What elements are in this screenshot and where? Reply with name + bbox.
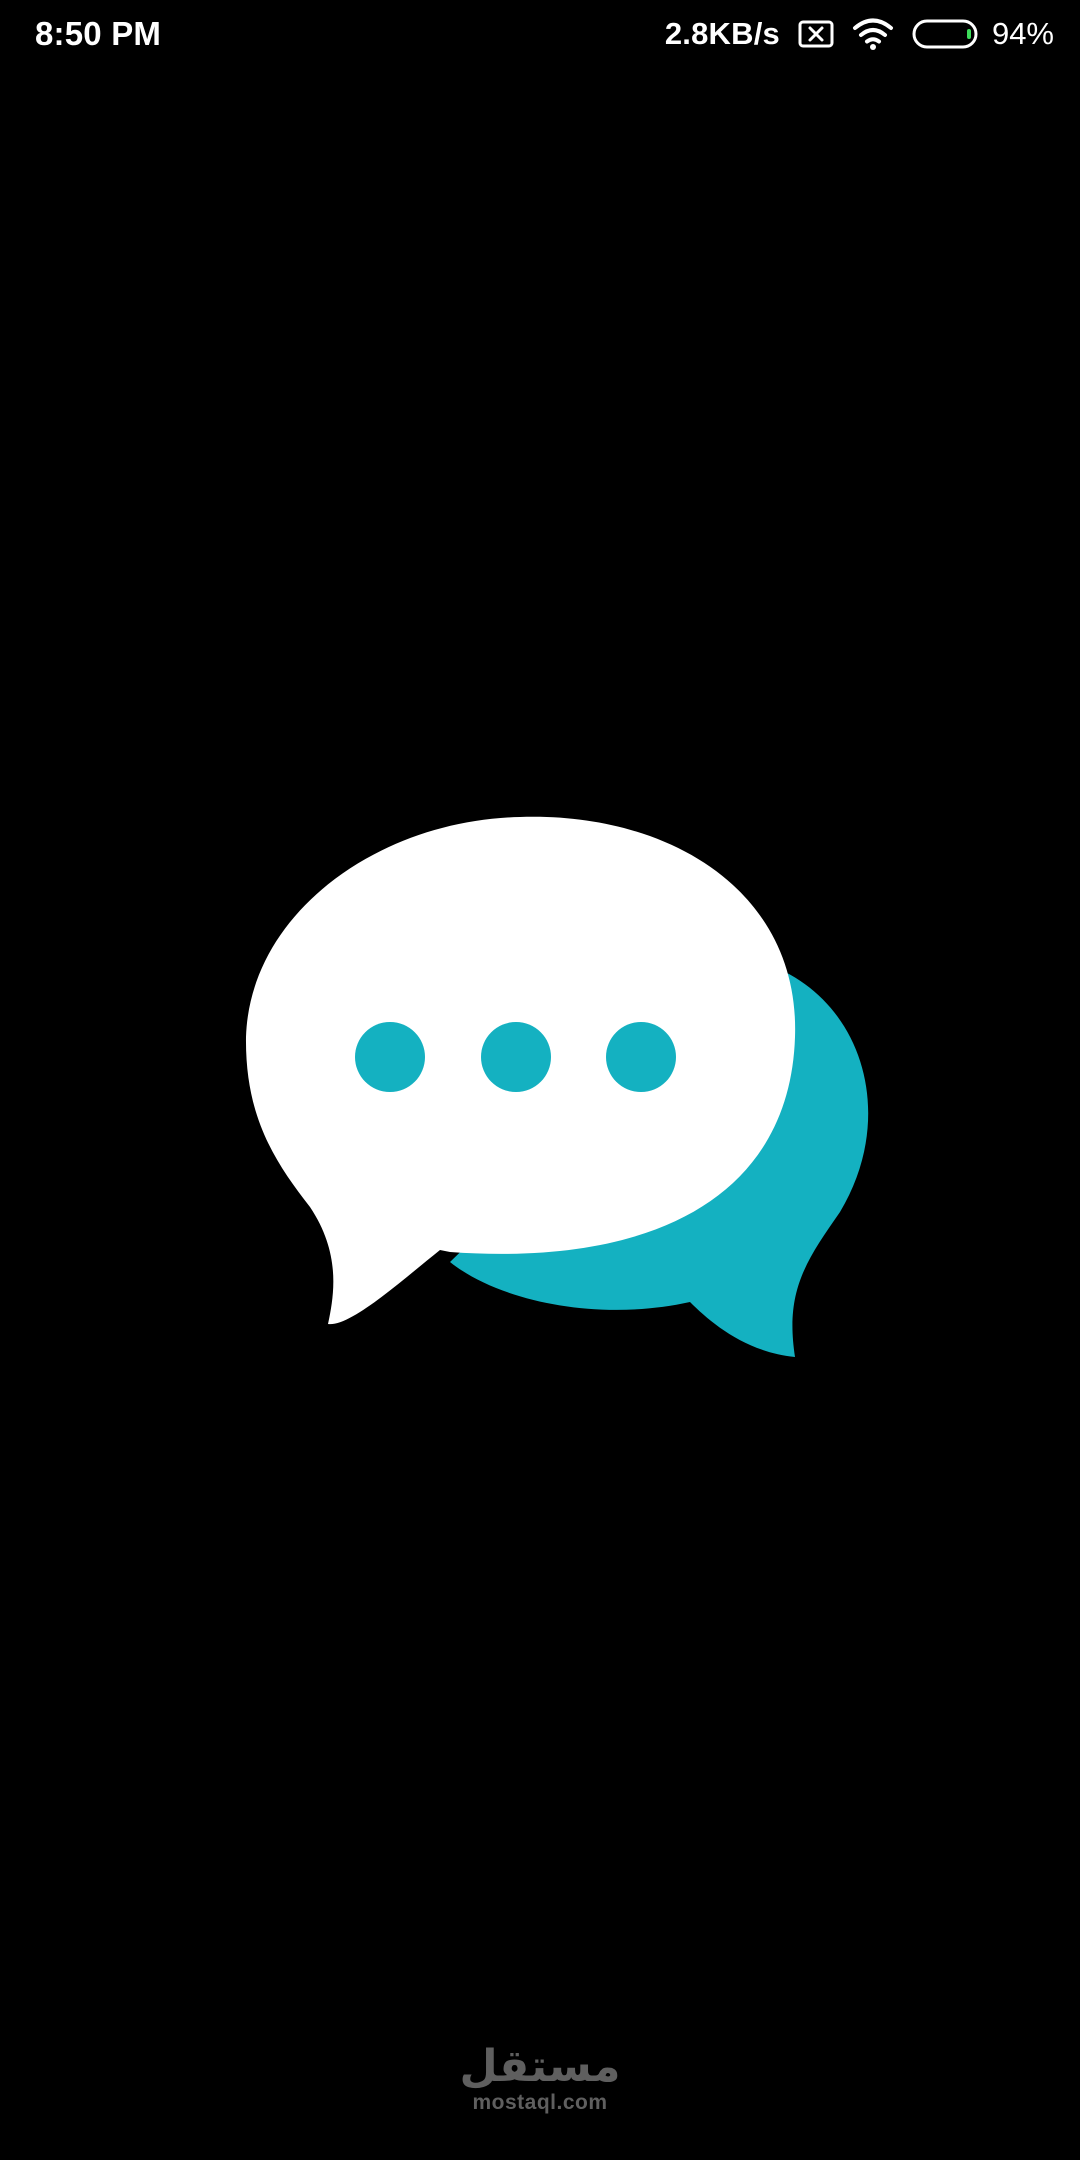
battery-icon bbox=[912, 18, 980, 50]
wifi-icon bbox=[852, 17, 894, 51]
watermark-arabic: مستقل bbox=[459, 2041, 621, 2092]
dot-middle bbox=[481, 1022, 551, 1092]
status-bar: 8:50 PM 2.8KB/s 94% bbox=[0, 0, 1080, 68]
status-indicators: 2.8KB/s 94% bbox=[665, 16, 1054, 52]
dot-left bbox=[355, 1022, 425, 1092]
battery-percent: 94% bbox=[991, 16, 1054, 51]
chat-bubbles-icon bbox=[240, 812, 880, 1372]
dot-right bbox=[606, 1022, 676, 1092]
network-speed: 2.8KB/s bbox=[664, 16, 780, 51]
no-sim-icon bbox=[798, 19, 834, 49]
status-time: 8:50 PM bbox=[35, 15, 162, 52]
watermark-latin: mostaql.com bbox=[472, 2091, 608, 2114]
watermark: مستقل mostaql.com bbox=[0, 2045, 1080, 2115]
